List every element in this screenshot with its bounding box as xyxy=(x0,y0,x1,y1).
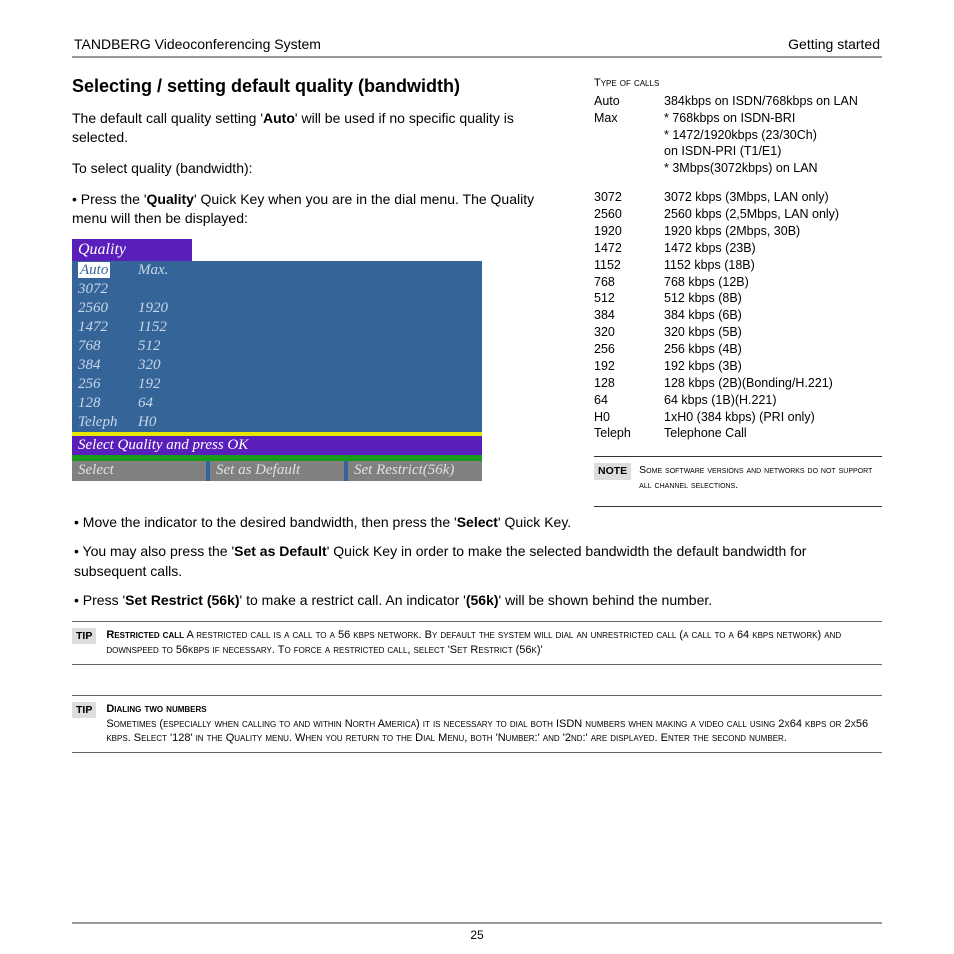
tip-text: Dialing two numbers Sometimes (especiall… xyxy=(106,702,882,747)
menu-item[interactable]: 3072 xyxy=(72,280,132,299)
calls-val: on ISDN-PRI (T1/E1) xyxy=(664,143,882,160)
menu-item[interactable]: 1472 xyxy=(72,318,132,337)
menu-item[interactable]: 256 xyxy=(72,375,132,394)
calls-val: 256 kbps (4B) xyxy=(664,341,882,358)
calls-key: Auto xyxy=(594,93,654,110)
menu-item[interactable]: H0 xyxy=(132,413,182,432)
tip-text: Restricted call A restricted call is a c… xyxy=(106,628,882,658)
calls-heading: Type of calls xyxy=(594,76,882,91)
calls-val: 192 kbps (3B) xyxy=(664,358,882,375)
page-number: 25 xyxy=(0,928,954,942)
calls-key xyxy=(594,127,654,144)
tip-restricted-call: TIP Restricted call A restricted call is… xyxy=(72,621,882,665)
header-rule xyxy=(72,56,882,58)
menu-item[interactable]: 768 xyxy=(72,337,132,356)
menu-item[interactable]: 192 xyxy=(132,375,182,394)
calls-val: 2560 kbps (2,5Mbps, LAN only) xyxy=(664,206,882,223)
calls-key: 1920 xyxy=(594,223,654,240)
calls-key: 3072 xyxy=(594,189,654,206)
bullet-3: • Press 'Set Restrict (56k)' to make a r… xyxy=(72,591,882,611)
tip-dialing-two: TIP Dialing two numbers Sometimes (espec… xyxy=(72,695,882,754)
calls-key: 128 xyxy=(594,375,654,392)
note-row: NOTE Some software versions and networks… xyxy=(594,463,882,491)
header-left: TANDBERG Videoconferencing System xyxy=(74,36,321,52)
set-restrict-button[interactable]: Set Restrict(56k) xyxy=(348,461,482,481)
menu-item[interactable]: 320 xyxy=(132,356,182,375)
menu-item[interactable]: 64 xyxy=(132,394,182,413)
calls-val: 3072 kbps (3Mbps, LAN only) xyxy=(664,189,882,206)
header-right: Getting started xyxy=(788,36,880,52)
menu-item[interactable] xyxy=(132,280,182,299)
calls-key: 192 xyxy=(594,358,654,375)
menu-item[interactable]: 2560 xyxy=(72,299,132,318)
select-button[interactable]: Select xyxy=(72,461,210,481)
calls-val: 384 kbps (6B) xyxy=(664,307,882,324)
calls-val: 64 kbps (1B)(H.221) xyxy=(664,392,882,409)
menu-item[interactable]: Max. xyxy=(132,261,182,280)
bullet-1: • Move the indicator to the desired band… xyxy=(72,513,882,533)
calls-key: 256 xyxy=(594,341,654,358)
menu-item[interactable]: Auto xyxy=(72,261,132,280)
calls-val: 512 kbps (8B) xyxy=(664,290,882,307)
calls-key: Max xyxy=(594,110,654,127)
calls-key: 2560 xyxy=(594,206,654,223)
calls-key: H0 xyxy=(594,409,654,426)
note-text: Some software versions and networks do n… xyxy=(639,463,882,491)
menu-item[interactable]: 128 xyxy=(72,394,132,413)
para-2: To select quality (bandwidth): xyxy=(72,159,572,178)
calls-key xyxy=(594,160,654,177)
calls-key: 64 xyxy=(594,392,654,409)
para-1: The default call quality setting 'Auto' … xyxy=(72,109,572,147)
calls-val: 1472 kbps (23B) xyxy=(664,240,882,257)
menu-item[interactable]: 1920 xyxy=(132,299,182,318)
para-3: • Press the 'Quality' Quick Key when you… xyxy=(72,190,572,228)
menu-title: Quality xyxy=(72,239,192,261)
menu-prompt: Select Quality and press OK xyxy=(72,436,482,455)
quality-menu: Quality AutoMax.307225601920147211527685… xyxy=(72,239,482,481)
calls-val: 128 kbps (2B)(Bonding/H.221) xyxy=(664,375,882,392)
calls-key: 384 xyxy=(594,307,654,324)
set-default-button[interactable]: Set as Default xyxy=(210,461,348,481)
calls-val: 1152 kbps (18B) xyxy=(664,257,882,274)
calls-val: 1xH0 (384 kbps) (PRI only) xyxy=(664,409,882,426)
calls-top-table: Auto 384kbps on ISDN/768kbps on LAN Max * 7… xyxy=(594,93,882,177)
note-label: NOTE xyxy=(594,463,631,479)
menu-button-row: Select Set as Default Set Restrict(56k) xyxy=(72,461,482,481)
menu-grid: AutoMax.30722560192014721152768512384320… xyxy=(72,261,482,432)
calls-key: 1472 xyxy=(594,240,654,257)
calls-key: 1152 xyxy=(594,257,654,274)
calls-val: 768 kbps (12B) xyxy=(664,274,882,291)
footer-rule xyxy=(72,922,882,924)
calls-val: 320 kbps (5B) xyxy=(664,324,882,341)
note-divider xyxy=(594,456,882,457)
calls-val: Telephone Call xyxy=(664,425,882,442)
calls-key: 512 xyxy=(594,290,654,307)
calls-val: 1920 kbps (2Mbps, 30B) xyxy=(664,223,882,240)
calls-key: Teleph xyxy=(594,425,654,442)
calls-val: 384kbps on ISDN/768kbps on LAN xyxy=(664,93,882,110)
page-header: TANDBERG Videoconferencing System Gettin… xyxy=(72,36,882,56)
calls-table: 3072 3072 kbps (3Mbps, LAN only) 2560 2560 … xyxy=(594,189,882,442)
calls-key: 768 xyxy=(594,274,654,291)
menu-item[interactable]: 384 xyxy=(72,356,132,375)
note-divider-bottom xyxy=(594,506,882,507)
calls-val: * 768kbps on ISDN-BRI xyxy=(664,110,882,127)
tip-label: TIP xyxy=(72,628,96,644)
calls-key xyxy=(594,143,654,160)
calls-val: * 3Mbps(3072kbps) on LAN xyxy=(664,160,882,177)
menu-item[interactable]: 1152 xyxy=(132,318,182,337)
calls-val: * 1472/1920kbps (23/30Ch) xyxy=(664,127,882,144)
bullet-2: • You may also press the 'Set as Default… xyxy=(72,542,882,581)
menu-item[interactable]: Teleph xyxy=(72,413,132,432)
menu-item[interactable]: 512 xyxy=(132,337,182,356)
tip-label: TIP xyxy=(72,702,96,718)
calls-key: 320 xyxy=(594,324,654,341)
page-title: Selecting / setting default quality (ban… xyxy=(72,76,572,97)
